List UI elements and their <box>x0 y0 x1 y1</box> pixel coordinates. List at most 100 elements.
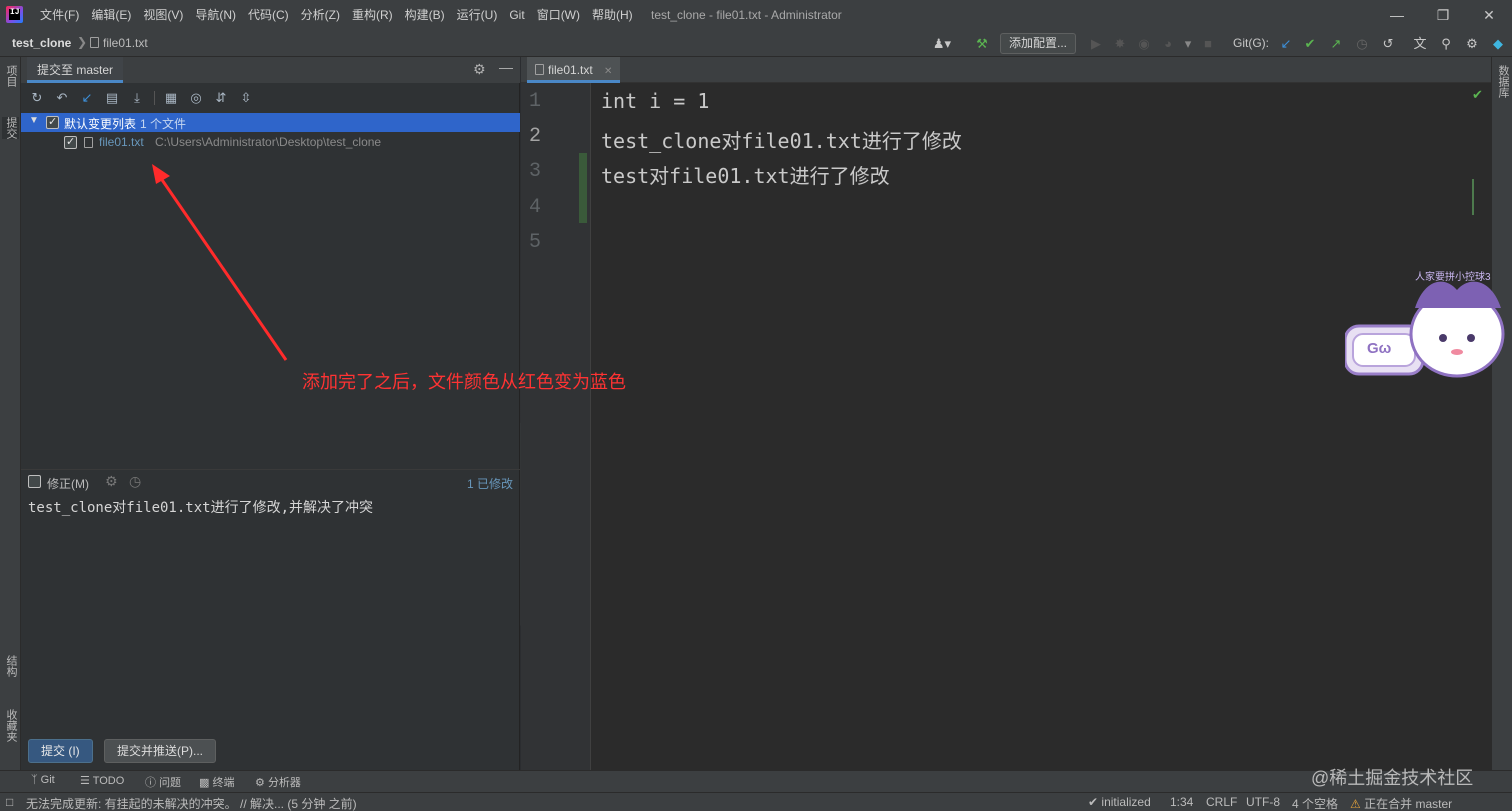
translate-icon[interactable]: 文 <box>1410 34 1430 54</box>
change-stripe-marker <box>1472 179 1474 215</box>
breadcrumb-file[interactable]: file01.txt <box>90 36 148 50</box>
menu-code[interactable]: 代码(C) <box>242 0 295 30</box>
menu-navigate[interactable]: 导航(N) <box>189 0 242 30</box>
git-commit-icon[interactable]: ✔ <box>1300 34 1320 54</box>
problems-tool-tab[interactable]: ⓘ 问题 <box>145 774 181 790</box>
code-line: test_clone对file01.txt进行了修改 <box>601 129 962 153</box>
check-circle-icon: ✔ <box>1088 795 1099 809</box>
menu-window[interactable]: 窗口(W) <box>531 0 586 30</box>
commit-to-master-tab[interactable]: 提交至 master <box>27 57 124 83</box>
text-file-icon <box>84 137 93 148</box>
code-editor[interactable]: 1 2 3 4 5 int i = 1 test_clone对file01.tx… <box>521 83 1491 770</box>
favorites-tool-tab[interactable]: 收藏夹 <box>2 709 19 742</box>
git-tool-tab[interactable]: ᛉ Git <box>31 774 55 786</box>
restore-icon[interactable]: ❐ <box>1420 0 1466 30</box>
toolbox-icon[interactable]: ◆ <box>1488 34 1508 54</box>
vcs-branch-widget[interactable]: ✔ initialized <box>1088 795 1151 809</box>
run-options-chevron-icon[interactable]: ▾ <box>1178 34 1198 54</box>
build-hammer-icon[interactable]: ⚒ <box>972 34 992 54</box>
annotation-arrow <box>152 164 288 361</box>
menu-help[interactable]: 帮助(H) <box>586 0 639 30</box>
intellij-logo-icon[interactable]: IJ <box>6 6 23 23</box>
view-options-eye-icon[interactable]: ◎ <box>187 89 205 107</box>
structure-tool-tab[interactable]: 结构 <box>2 655 19 677</box>
collapse-all-icon[interactable]: ⇳ <box>237 89 255 107</box>
menu-build[interactable]: 构建(B) <box>399 0 451 30</box>
update-project-icon[interactable]: ↙ <box>78 89 96 107</box>
caret-position[interactable]: 1:34 <box>1170 795 1193 809</box>
profiler-icon: ⚙ <box>255 777 265 789</box>
inspection-ok-icon[interactable]: ✔ <box>1472 87 1483 103</box>
menu-analyze[interactable]: 分析(Z) <box>295 0 346 30</box>
changelist-row[interactable]: ▼ 默认变更列表 1 个文件 <box>21 113 520 132</box>
commit-panel-header: 提交至 master ⚙ — <box>21 57 520 83</box>
commit-history-clock-icon[interactable]: ◷ <box>129 473 141 490</box>
minimize-icon[interactable]: — <box>1374 0 1420 30</box>
commit-options-gear-icon[interactable]: ⚙ <box>105 473 118 490</box>
terminal-tool-tab[interactable]: ▩ 终端 <box>199 774 234 790</box>
menu-edit[interactable]: 编辑(E) <box>85 0 137 30</box>
commit-button[interactable]: 提交 (I) <box>28 739 93 763</box>
amend-label[interactable]: 修正(M) <box>47 475 89 492</box>
status-message[interactable]: 无法完成更新: 有挂起的未解决的冲突。 // 解决... (5 分钟 之前) <box>26 795 357 811</box>
commit-message-field[interactable]: test_clone对file01.txt进行了修改,并解决了冲突 <box>21 493 520 733</box>
amend-checkbox[interactable] <box>28 475 41 488</box>
navigation-bar: test_clone ❯ file01.txt ♟▾ ⚒ 添加配置... ▶ ✸… <box>0 30 1512 57</box>
group-by-icon[interactable]: ▦ <box>162 89 180 107</box>
project-tool-tab[interactable]: 项目 <box>2 65 19 87</box>
menu-view[interactable]: 视图(V) <box>137 0 189 30</box>
editor-tab-file01[interactable]: file01.txt ✕ <box>527 57 621 83</box>
window-title: test_clone - file01.txt - Administrator <box>651 8 842 22</box>
git-history-icon[interactable]: ◷ <box>1352 34 1372 54</box>
menu-git[interactable]: Git <box>503 0 530 30</box>
close-icon[interactable]: ✕ <box>1466 0 1512 30</box>
settings-gear-icon[interactable]: ⚙ <box>1462 34 1482 54</box>
run-icon: ▶ <box>1091 36 1101 51</box>
user-icon[interactable]: ♟▾ <box>932 34 952 54</box>
amend-row: 修正(M) ⚙ ◷ 1 已修改 <box>21 469 520 493</box>
commit-and-push-button[interactable]: 提交并推送(P)... <box>104 739 216 763</box>
indent-setting[interactable]: 4 个空格 <box>1292 795 1338 811</box>
refresh-icon[interactable]: ↻ <box>28 89 46 107</box>
menu-refactor[interactable]: 重构(R) <box>346 0 399 30</box>
changelist-checkbox[interactable] <box>46 115 59 129</box>
git-branch-icon: ᛉ <box>31 774 38 786</box>
database-tool-tab[interactable]: 数据库 <box>1494 65 1511 98</box>
download-icon[interactable]: ⤓ <box>128 89 146 107</box>
merge-status[interactable]: ⚠ 正在合并 master <box>1350 795 1452 811</box>
line-separator[interactable]: CRLF <box>1206 795 1237 809</box>
commit-tool-tab[interactable]: 提交 <box>2 117 19 139</box>
git-rollback-icon[interactable]: ↺ <box>1378 34 1398 54</box>
search-icon[interactable]: ⚲ <box>1436 34 1456 54</box>
commit-toolbar: ↻ ↶ ↙ ▤ ⤓ ▦ ◎ ⇵ ⇳ <box>21 85 520 111</box>
git-update-icon[interactable]: ↙ <box>1276 34 1296 54</box>
git-push-icon[interactable]: ↗ <box>1326 34 1346 54</box>
code-line: test对file01.txt进行了修改 <box>601 164 890 188</box>
breadcrumb-file-label: file01.txt <box>103 36 148 50</box>
menu-run[interactable]: 运行(U) <box>451 0 504 30</box>
changed-file-row[interactable]: file01.txt C:\Users\Administrator\Deskto… <box>21 133 520 152</box>
rollback-icon[interactable]: ↶ <box>53 89 71 107</box>
shelve-icon[interactable]: ▤ <box>103 89 121 107</box>
panel-settings-gear-icon[interactable]: ⚙ <box>473 61 486 78</box>
tab-close-icon[interactable]: ✕ <box>604 66 612 77</box>
todo-tool-tab[interactable]: ☰ TODO <box>80 774 124 787</box>
coverage-icon: ◉ <box>1138 36 1150 51</box>
file-encoding[interactable]: UTF-8 <box>1246 795 1280 809</box>
status-square-icon[interactable]: □ <box>6 795 13 809</box>
added-lines-marker[interactable] <box>579 153 587 223</box>
bottom-tool-tabs: ᛉ Git ☰ TODO ⓘ 问题 ▩ 终端 ⚙ 分析器 <box>0 770 1512 792</box>
changelist-name: 默认变更列表 <box>64 117 137 131</box>
file-checkbox[interactable] <box>64 135 77 149</box>
menu-file[interactable]: 文件(F) <box>34 0 85 30</box>
expand-chevron-icon[interactable]: ▼ <box>29 115 39 126</box>
changed-file-name[interactable]: file01.txt <box>99 135 144 149</box>
editor-tab-bar: file01.txt ✕ <box>521 57 1491 83</box>
line-number: 3 <box>528 160 541 183</box>
profiler-tool-tab[interactable]: ⚙ 分析器 <box>255 774 301 790</box>
expand-all-icon[interactable]: ⇵ <box>212 89 230 107</box>
editor-tab-label: file01.txt <box>548 63 593 77</box>
add-configuration-button[interactable]: 添加配置... <box>1000 33 1077 54</box>
breadcrumb-project[interactable]: test_clone <box>12 36 71 50</box>
panel-hide-icon[interactable]: — <box>499 59 513 75</box>
